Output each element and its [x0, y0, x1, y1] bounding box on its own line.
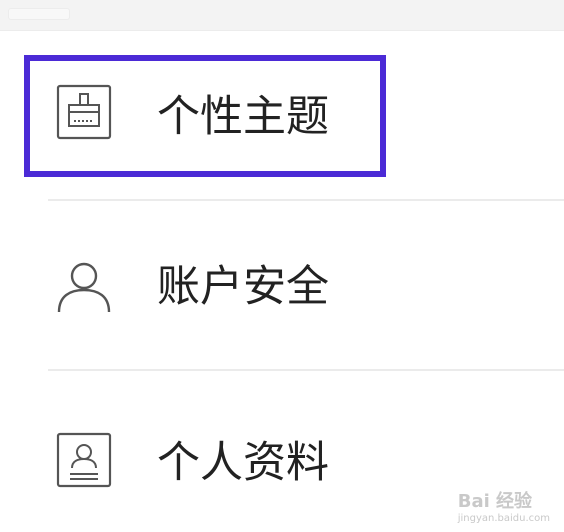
- watermark-brand: Bai 经验: [457, 491, 533, 512]
- menu-item-personal-theme[interactable]: 个性主题: [0, 50, 564, 170]
- divider: [48, 369, 564, 371]
- top-bar: [0, 0, 564, 31]
- menu-item-label: 个性主题: [157, 92, 329, 142]
- menu-item-label: 个人资料: [157, 438, 329, 488]
- id-card-icon: [54, 430, 114, 490]
- menu-item-label: 账户安全: [157, 262, 329, 312]
- watermark: Bai 经验 jingyan.baidu.com: [458, 487, 550, 524]
- brush-icon: [54, 82, 114, 142]
- top-bar-tab: [8, 8, 70, 20]
- watermark-url: jingyan.baidu.com: [457, 513, 550, 524]
- user-icon: [54, 256, 114, 316]
- divider: [48, 199, 564, 201]
- menu-item-account-security[interactable]: 账户安全: [0, 226, 564, 346]
